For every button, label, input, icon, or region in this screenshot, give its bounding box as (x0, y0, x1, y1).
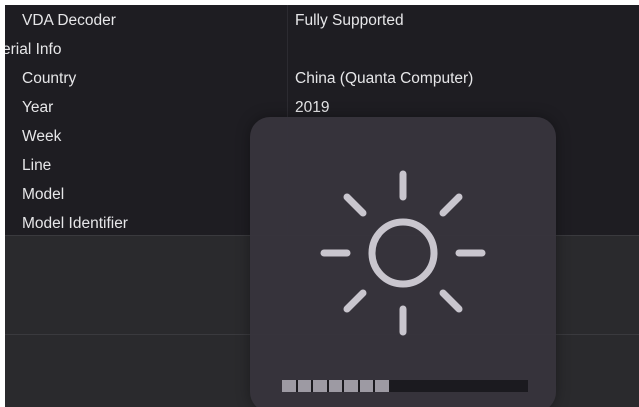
brightness-segment-empty (453, 380, 467, 392)
brightness-segment-filled (313, 380, 327, 392)
brightness-segment-filled (344, 380, 358, 392)
brightness-segment-empty (422, 380, 436, 392)
brightness-segment-empty (406, 380, 420, 392)
year-label: Year (22, 99, 54, 116)
vda-decoder-label: VDA Decoder (22, 12, 116, 29)
week-label: Week (22, 128, 62, 145)
sun-brightness-icon (320, 170, 486, 336)
brightness-segment-empty (515, 380, 529, 392)
country-value: China (Quanta Computer) (295, 70, 474, 87)
vda-decoder-value: Fully Supported (295, 12, 404, 29)
brightness-segment-filled (297, 380, 311, 392)
model-label: Model (22, 186, 65, 203)
brightness-segment-empty (468, 380, 482, 392)
brightness-segment-filled (282, 380, 296, 392)
brightness-segment-empty (391, 380, 405, 392)
brightness-segment-empty (484, 380, 498, 392)
screen: VDA Decoder Fully Supported erial Info C… (5, 5, 639, 407)
model-identifier-label: Model Identifier (22, 215, 128, 232)
brightness-segment-empty (499, 380, 513, 392)
brightness-segment-filled (359, 380, 373, 392)
brightness-level-bar (282, 380, 528, 392)
brightness-segment-filled (375, 380, 389, 392)
country-label: Country (22, 70, 77, 87)
brightness-segment-empty (437, 380, 451, 392)
line-label: Line (22, 157, 52, 174)
year-value: 2019 (295, 99, 330, 116)
brightness-segment-filled (328, 380, 342, 392)
serial-info-section-label: erial Info (5, 41, 62, 58)
brightness-hud (250, 117, 556, 407)
